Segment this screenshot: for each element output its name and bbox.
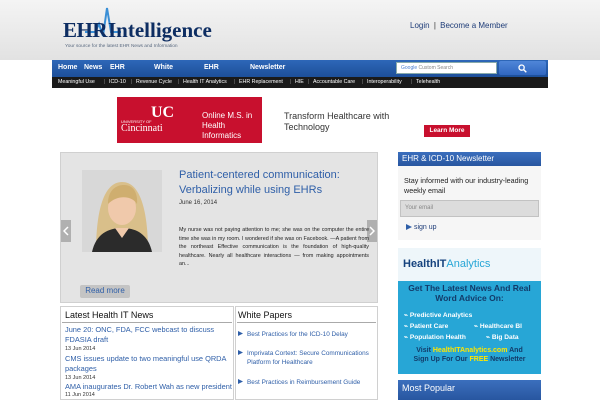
- healthit-cta: Visit HealthITAnalytics.com And Sign Up …: [413, 347, 526, 363]
- healthit-headline: Get The Latest News And Real Word Advice…: [408, 283, 531, 303]
- white-papers-heading: White Papers: [238, 310, 293, 320]
- logo-tagline: Your source for the latest EHR News and …: [65, 44, 178, 49]
- divider: [62, 322, 232, 323]
- search-input[interactable]: Google Custom Search: [396, 62, 497, 74]
- subnav-divider: |: [290, 79, 292, 85]
- play-arrow-icon: [238, 331, 243, 336]
- healthit-logo-bar: HealthITAnalytics: [398, 248, 541, 281]
- chevron-right-icon: [369, 226, 375, 236]
- news-item[interactable]: AMA inaugurates Dr. Robert Wah as new pr…: [65, 382, 233, 392]
- signup-button[interactable]: sign up: [406, 224, 437, 231]
- nav-item-ehr-2[interactable]: EHR: [204, 64, 219, 71]
- uc-program: Online M.S. in Health Informatics: [202, 111, 253, 140]
- subnav-telehealth[interactable]: Telehealth: [416, 79, 440, 85]
- logo-intelligence-text: Intelligence: [108, 18, 212, 42]
- email-placeholder: Your email: [405, 205, 434, 211]
- healthit-logo: HealthITAnalytics: [403, 258, 491, 270]
- subnav-divider: |: [308, 79, 310, 85]
- subnav-accountable-care[interactable]: Accountable Care: [313, 79, 355, 85]
- account-links: Login | Become a Member: [410, 21, 508, 30]
- most-popular-heading: Most Popular: [398, 380, 541, 400]
- site-header: EHR Intelligence Your source for the lat…: [0, 0, 600, 60]
- latest-news-heading: Latest Health IT News: [65, 310, 154, 320]
- uc-ad-banner[interactable]: UC UNIVERSITY OF Cincinnati Online M.S. …: [117, 97, 470, 143]
- feature-big-data: ⌁ Big Data: [486, 334, 519, 341]
- become-member-link[interactable]: Become a Member: [440, 21, 508, 30]
- play-arrow-icon: [238, 350, 243, 355]
- nav-item-home[interactable]: Home: [58, 64, 77, 71]
- chevron-left-icon: [63, 226, 69, 236]
- nav-item-ehr[interactable]: EHR: [110, 64, 125, 71]
- learn-more-button[interactable]: Learn More: [424, 125, 470, 137]
- signup-label: sign up: [413, 224, 437, 231]
- subnav-divider: |: [411, 79, 413, 85]
- uc-ad-red-panel: UC UNIVERSITY OF Cincinnati Online M.S. …: [117, 97, 262, 143]
- news-date: 13 Jun 2014: [65, 346, 96, 352]
- uc-name: Cincinnati: [121, 123, 163, 134]
- play-arrow-icon: [238, 379, 243, 384]
- featured-article-date: June 16, 2014: [179, 200, 218, 206]
- search-placeholder: Google Custom Search: [401, 65, 453, 71]
- link-separator: |: [433, 21, 436, 30]
- feature-healthcare-bi: ⌁ Healthcare BI: [474, 323, 522, 330]
- news-item[interactable]: June 20: ONC, FDA, FCC webcast to discus…: [65, 325, 233, 345]
- feature-patient-care: ⌁ Patient Care: [404, 323, 449, 330]
- subnav-ehr-replacement[interactable]: EHR Replacement: [239, 79, 283, 85]
- search-icon: [518, 64, 527, 73]
- divider: [237, 322, 376, 323]
- subnav-interoperability[interactable]: Interoperability: [367, 79, 402, 85]
- subnav-divider: |: [104, 79, 106, 85]
- google-brand: Google: [401, 65, 418, 71]
- nav-item-news[interactable]: News: [84, 64, 102, 71]
- topic-subnav: Meaningful Use | ICD-10 | Revenue Cycle …: [52, 77, 548, 88]
- subnav-revenue-cycle[interactable]: Revenue Cycle: [136, 79, 172, 85]
- nav-item-newsletter[interactable]: Newsletter: [250, 64, 285, 71]
- subnav-meaningful-use[interactable]: Meaningful Use: [58, 79, 95, 85]
- white-paper-link[interactable]: Best Practices for the ICD-10 Delay: [247, 330, 372, 339]
- subnav-icd10[interactable]: ICD-10: [109, 79, 126, 85]
- news-date: 11 Jun 2014: [65, 392, 95, 398]
- search-placeholder-text: Custom Search: [418, 65, 453, 71]
- featured-article-title[interactable]: Patient-centered communication: Verbaliz…: [179, 168, 369, 198]
- search-button[interactable]: [499, 61, 546, 75]
- uc-ad-tagline: Transform Healthcare with Technology: [284, 111, 390, 132]
- news-item[interactable]: CMS issues update to two meaningful use …: [65, 354, 233, 374]
- newsletter-description: Stay informed with our industry-leading …: [404, 176, 529, 195]
- subnav-divider: |: [362, 79, 364, 85]
- white-paper-link[interactable]: Best Practices in Reimbursement Guide: [247, 378, 372, 387]
- subnav-divider: |: [234, 79, 236, 85]
- author-photo: [82, 170, 162, 252]
- white-paper-link[interactable]: Imprivata Cortext: Secure Communications…: [247, 349, 372, 367]
- read-more-button[interactable]: Read more: [80, 285, 130, 298]
- feature-predictive-analytics: ⌁ Predictive Analytics: [404, 312, 473, 319]
- featured-article-excerpt: My nurse was not paying attention to me;…: [179, 227, 369, 268]
- nav-item-white-papers[interactable]: White: [154, 64, 173, 71]
- newsletter-heading: EHR & ICD-10 Newsletter: [398, 152, 541, 166]
- email-field[interactable]: Your email: [400, 200, 539, 217]
- slider-prev-button[interactable]: [61, 220, 71, 242]
- subnav-divider: |: [178, 79, 180, 85]
- subnav-health-it-analytics[interactable]: Health IT Analytics: [183, 79, 227, 85]
- site-logo[interactable]: EHR Intelligence Your source for the lat…: [63, 6, 223, 56]
- healthit-analytics-ad[interactable]: HealthITAnalytics Get The Latest News An…: [398, 248, 541, 374]
- feature-population-health: ⌁ Population Health: [404, 334, 466, 341]
- subnav-divider: |: [131, 79, 133, 85]
- play-arrow-icon: [406, 224, 412, 231]
- news-date: 13 Jun 2014: [65, 375, 96, 381]
- subnav-hie[interactable]: HIE: [295, 79, 304, 85]
- logo-ehr-text: EHR: [63, 18, 108, 42]
- login-link[interactable]: Login: [410, 21, 430, 30]
- uc-logo-icon: UC: [151, 104, 175, 121]
